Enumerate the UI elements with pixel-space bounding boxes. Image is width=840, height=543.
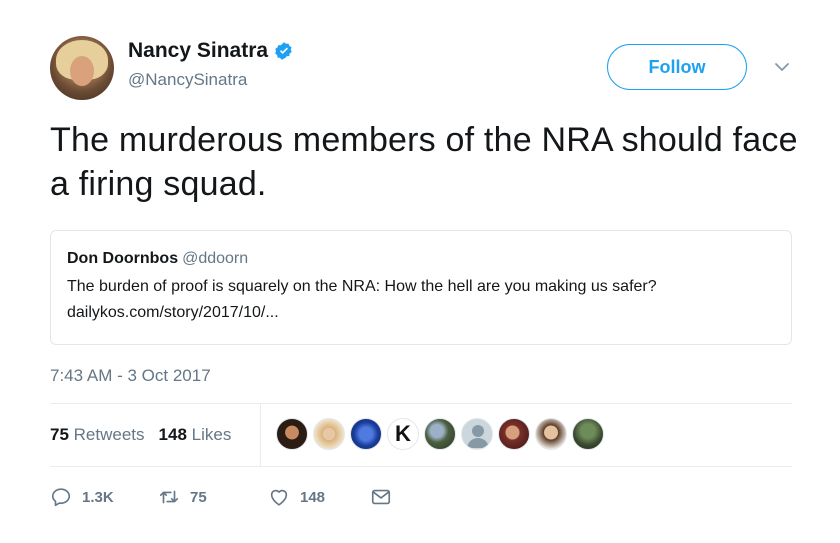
default-profile-icon [467, 425, 489, 448]
envelope-icon [371, 489, 391, 505]
reply-button[interactable]: 1.3K [50, 486, 158, 508]
tweet-header: Nancy Sinatra @NancySinatra Follow [50, 36, 810, 100]
retweets-stat[interactable]: 75 Retweets [50, 424, 145, 446]
verified-badge-icon [275, 42, 292, 60]
liker-avatar[interactable] [276, 418, 308, 450]
retweets-label: Retweets [73, 425, 145, 444]
liker-avatar[interactable] [535, 418, 567, 450]
reply-icon [51, 488, 71, 507]
quoted-tweet-author: Don Doornbos @ddoorn [67, 249, 775, 269]
tweet-timestamp[interactable]: 7:43 AM - 3 Oct 2017 [50, 366, 211, 386]
quoted-tweet-display-name: Don Doornbos [67, 250, 179, 267]
like-button[interactable]: 148 [268, 486, 370, 508]
tweet-text: The murderous members of the NRA should … [50, 121, 798, 203]
reply-count: 1.3K [82, 488, 114, 506]
direct-message-button[interactable] [370, 486, 392, 508]
liker-avatars: K [276, 418, 604, 450]
author-names: Nancy Sinatra @NancySinatra [128, 38, 294, 90]
chevron-down-icon[interactable] [773, 58, 791, 76]
likes-stat[interactable]: 148 Likes [159, 424, 232, 446]
quoted-tweet-handle: @ddoorn [182, 250, 249, 267]
retweet-icon [159, 490, 179, 504]
avatar-face [70, 56, 94, 86]
quoted-tweet[interactable]: Don Doornbos @ddoorn The burden of proof … [50, 230, 792, 345]
liker-avatar[interactable] [461, 418, 493, 450]
liker-avatar[interactable]: K [387, 418, 419, 450]
liker-avatar[interactable] [350, 418, 382, 450]
retweets-count: 75 [50, 425, 69, 444]
author-display-name[interactable]: Nancy Sinatra [128, 38, 268, 64]
stats-separator [260, 403, 261, 467]
author-avatar[interactable] [50, 36, 114, 100]
heart-icon [270, 489, 288, 506]
liker-avatar-letter: K [395, 421, 411, 446]
retweet-count: 75 [190, 488, 207, 506]
divider [50, 403, 792, 404]
author-display-name-row: Nancy Sinatra [128, 38, 294, 64]
retweet-button[interactable]: 75 [158, 486, 268, 508]
quoted-tweet-text: The burden of proof is squarely on the N… [67, 274, 775, 326]
like-count: 148 [300, 488, 326, 506]
tweet-stats: 75 Retweets 148 Likes [50, 424, 231, 446]
likes-label: Likes [191, 425, 232, 444]
likes-count: 148 [158, 425, 187, 444]
liker-avatar[interactable] [313, 418, 345, 450]
follow-button[interactable]: Follow [607, 44, 747, 90]
quoted-tweet-link[interactable]: dailykos.com/story/2017/10/... [67, 300, 775, 326]
liker-avatar[interactable] [572, 418, 604, 450]
divider [50, 466, 792, 467]
author-handle[interactable]: @NancySinatra [128, 70, 294, 90]
tweet-actions: 1.3K 75 148 [50, 484, 392, 510]
liker-avatar[interactable] [498, 418, 530, 450]
liker-avatar[interactable] [424, 418, 456, 450]
quoted-tweet-body: The burden of proof is squarely on the N… [67, 278, 657, 295]
